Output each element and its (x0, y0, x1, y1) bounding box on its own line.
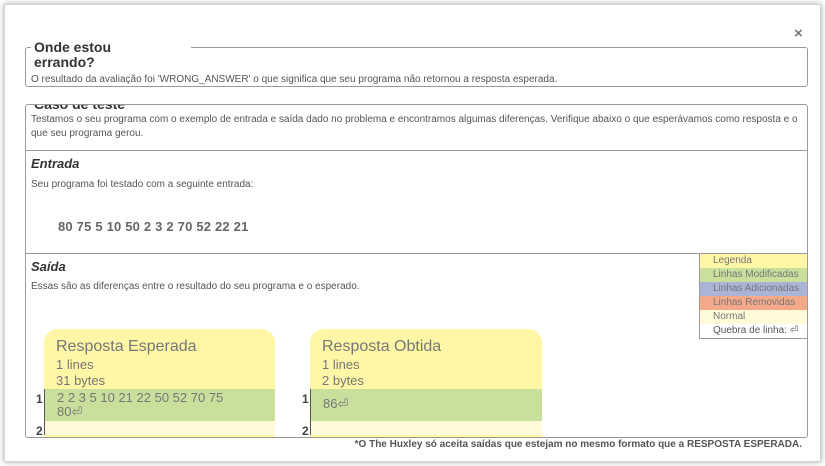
divider (26, 150, 807, 151)
legend-modified: Linhas Modificadas (700, 268, 807, 282)
output-text: Essas são as diferenças entre o resultad… (31, 281, 360, 292)
legend-line-break: Quebra de linha: ⏎ (700, 324, 807, 338)
close-icon[interactable]: × (794, 26, 803, 41)
input-title: Entrada (31, 156, 80, 171)
diff-legend: Legenda Linhas Modificadas Linhas Adicio… (699, 254, 807, 339)
divider (26, 253, 807, 254)
input-values: 80 75 5 10 50 2 3 2 70 52 22 21 (58, 219, 249, 234)
expected-title: Resposta Esperada (56, 338, 197, 355)
expected-bytes: 31 bytes (56, 373, 106, 388)
expected-line-1: 2 2 3 5 10 21 22 50 52 70 75 80⏎ (44, 389, 275, 421)
expected-lines: 1 lines (56, 357, 94, 372)
obtained-line-2-number: 2 (302, 424, 309, 438)
input-text: Seu programa foi testado com a seguinte … (31, 179, 254, 190)
format-footnote: *O The Huxley só aceita saídas que estej… (354, 439, 802, 450)
legend-added: Linhas Adicionadas (700, 282, 807, 296)
obtained-title: Resposta Obtida (322, 338, 442, 355)
test-case-description: Testamos o seu programa com o exemplo de… (31, 114, 798, 139)
expected-line-2 (44, 421, 275, 435)
test-case-panel: Caso de teste Testamos o seu programa co… (25, 104, 808, 438)
obtained-lines: 1 lines (322, 357, 360, 372)
where-wrong-text: O resultado da avaliação foi 'WRONG_ANSW… (31, 74, 558, 85)
where-wrong-title: Onde estou errando? (31, 40, 191, 70)
test-case-title: Caso de teste (31, 105, 131, 112)
obtained-line-2 (310, 421, 542, 435)
legend-normal: Normal (700, 310, 807, 324)
obtained-bytes: 2 bytes (322, 373, 364, 388)
expected-line-2-number: 2 (36, 424, 43, 438)
legend-removed: Linhas Removidas (700, 296, 807, 310)
obtained-answer-card: Resposta Obtida 1 lines 2 bytes 86⏎ (310, 329, 542, 437)
output-title: Saída (31, 259, 66, 274)
obtained-line-1: 86⏎ (310, 389, 542, 421)
feedback-modal: × Onde estou errando? O resultado da ava… (4, 4, 821, 462)
where-wrong-panel: Onde estou errando? O resultado da avali… (25, 40, 808, 87)
obtained-line-1-number: 1 (302, 392, 309, 406)
expected-line-1-number: 1 (36, 392, 43, 406)
expected-answer-card: Resposta Esperada 1 lines 31 bytes 2 2 3… (44, 329, 275, 437)
legend-title: Legenda (700, 254, 807, 268)
